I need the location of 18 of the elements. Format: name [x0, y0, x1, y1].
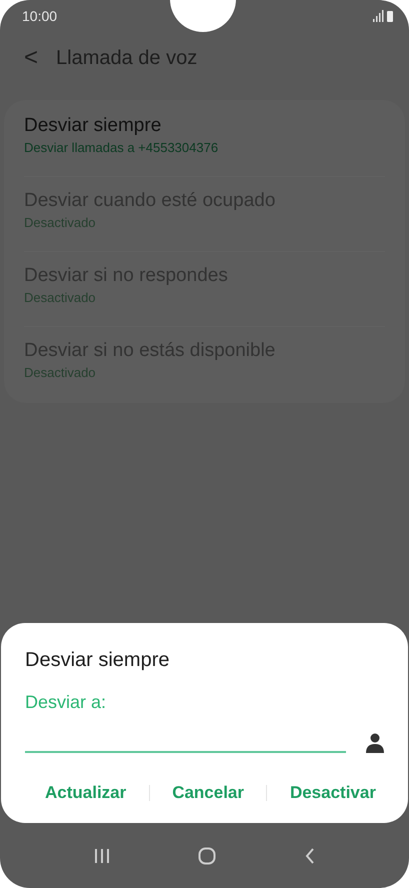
dialog-button[interactable]: Actualizar	[45, 779, 126, 807]
contact-icon[interactable]	[366, 733, 384, 753]
back-button[interactable]: <	[24, 44, 38, 72]
setting-title[interactable]: Desviar siempre	[24, 115, 385, 137]
signal-battery-icon	[373, 10, 395, 22]
field-label: Desviar a:	[25, 692, 108, 713]
screen-title: Llamada de voz	[56, 46, 198, 70]
home-icon[interactable]	[198, 846, 216, 864]
recent-apps-icon[interactable]	[94, 848, 110, 862]
setting-subtitle: Desactivado	[24, 365, 97, 380]
dialog-title: Desviar siempre	[25, 649, 170, 672]
dialog-button[interactable]: Cancelar	[172, 779, 244, 807]
setting-subtitle: Desactivado	[24, 290, 97, 305]
dialog-button[interactable]: Desactivar	[290, 779, 376, 807]
setting-subtitle: Desviar llamadas a +4553304376	[24, 140, 220, 155]
back-icon[interactable]	[304, 848, 315, 864]
setting-subtitle: Desactivado	[24, 215, 97, 230]
status-time: 10:00	[22, 8, 58, 24]
